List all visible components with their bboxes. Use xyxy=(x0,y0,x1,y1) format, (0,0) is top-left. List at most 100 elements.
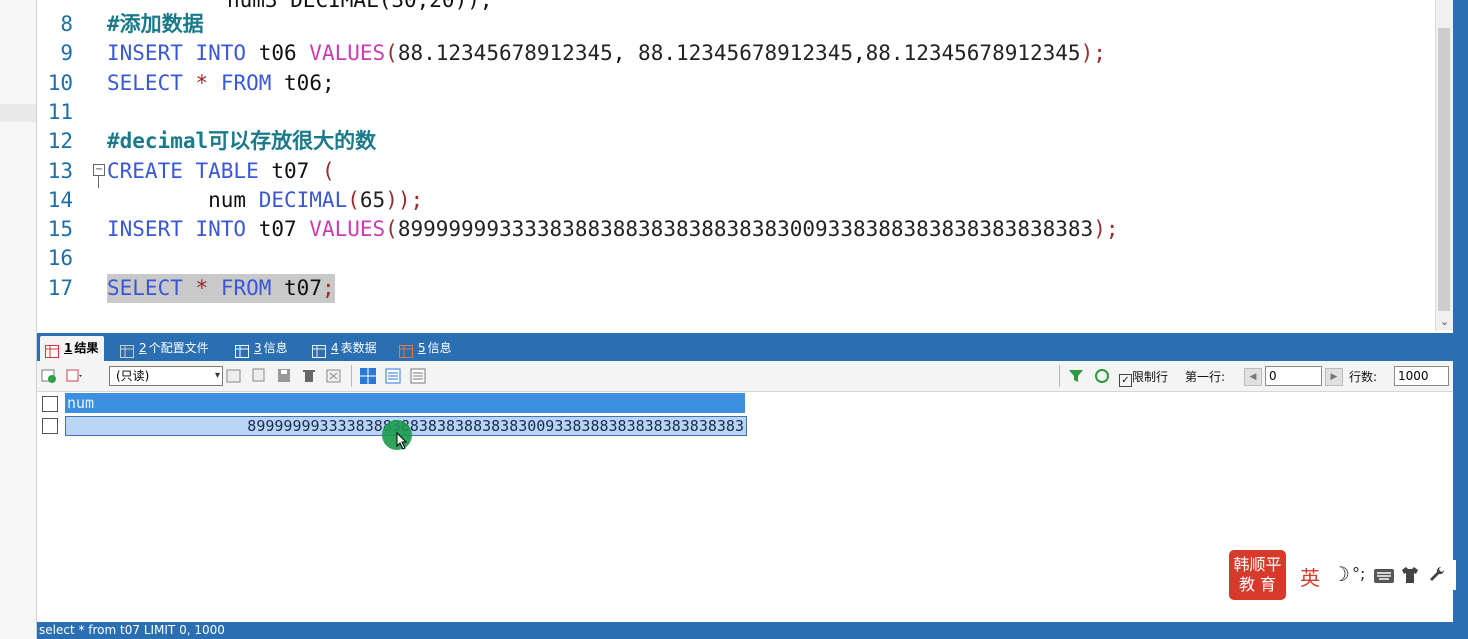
grid-view-dropdown-icon[interactable] xyxy=(65,367,83,385)
hanshunping-logo: 韩顺平教 育 xyxy=(1229,550,1286,600)
code-token: INSERT INTO xyxy=(107,41,259,66)
code-text: CREATE TABLE t07 ( xyxy=(107,157,335,186)
tab-4[interactable]: 4 表数据 xyxy=(307,336,383,361)
reset-filter-icon[interactable] xyxy=(1093,367,1111,385)
code-token: ); xyxy=(1080,41,1106,66)
code-token: ; xyxy=(321,275,335,300)
code-text: #decimal可以存放很大的数 xyxy=(107,127,376,156)
code-token: 88.12345678912345 xyxy=(397,41,613,66)
tab-3[interactable]: 3 信息 xyxy=(230,336,294,361)
code-token: t06 xyxy=(284,70,322,95)
form-mode-icon[interactable] xyxy=(384,367,402,385)
editor-line[interactable]: 15 INSERT INTO t07 VALUES(899999993333838… xyxy=(37,215,1427,244)
profile-icon xyxy=(120,342,134,358)
code-token: SELECT xyxy=(107,70,196,95)
limit-rows-checkbox[interactable]: ✓ 限制行 xyxy=(1119,368,1168,387)
moon-icon[interactable]: ☽ xyxy=(1332,562,1350,586)
left-panel-edge xyxy=(0,0,37,639)
code-token: ); xyxy=(1093,217,1119,242)
code-text: SELECT * FROM t06; xyxy=(107,69,335,98)
code-token: t06 xyxy=(258,41,310,66)
result-grid-icon xyxy=(45,342,59,358)
tab-label: 信息 xyxy=(427,341,452,355)
line-number: 15 xyxy=(47,217,73,242)
editor-line[interactable]: 12 #decimal可以存放很大的数 xyxy=(37,127,1427,156)
checkmark-icon: ✓ xyxy=(1119,374,1132,387)
code-token: #添加数据 xyxy=(107,12,204,36)
tab-5[interactable]: 5 信息 xyxy=(394,336,458,361)
punctuation-toggle[interactable]: °; xyxy=(1352,564,1365,583)
code-token: * xyxy=(195,70,221,95)
line-number: 16 xyxy=(47,246,73,271)
filter-icon[interactable] xyxy=(1067,367,1085,385)
tab-number: 3 xyxy=(254,341,262,355)
code-token: #decimal可以存放很大的数 xyxy=(107,129,377,154)
tab-label: 信息 xyxy=(263,341,288,355)
tab-label: 结果 xyxy=(74,341,99,355)
line-number: 9 xyxy=(60,41,73,66)
code-token: 8999999933338388388383838838383009338388… xyxy=(397,217,1094,242)
prev-page-icon[interactable]: ◀ xyxy=(1244,368,1262,386)
code-text: INSERT INTO t06 VALUES(88.12345678912345… xyxy=(107,39,1106,68)
editor-line[interactable]: 13 CREATE TABLE t07 (− xyxy=(37,157,1427,188)
insert-row-icon[interactable] xyxy=(225,367,243,385)
select-all-checkbox[interactable] xyxy=(42,396,58,412)
line-number: 17 xyxy=(47,275,73,300)
editor-line[interactable]: 10 SELECT * FROM t06; xyxy=(37,69,1427,98)
code-token: t07 xyxy=(271,158,322,183)
editor-line[interactable]: 9 INSERT INTO t06 VALUES(88.1234567891234… xyxy=(37,39,1427,68)
tab-2[interactable]: 2 个配置文件 xyxy=(115,336,215,361)
code-token: , xyxy=(852,41,866,66)
code-token: VALUES xyxy=(309,217,386,242)
editor-vertical-scrollbar[interactable]: ⌄ xyxy=(1435,0,1453,331)
wrench-icon[interactable] xyxy=(1428,565,1446,583)
editor-line[interactable]: 14 num DECIMAL(65)); xyxy=(37,186,1427,215)
code-token: FROM xyxy=(220,70,285,95)
code-text: INSERT INTO t07 VALUES(89999999333383883… xyxy=(107,215,1118,244)
code-token: DECIMAL xyxy=(258,187,348,212)
readonly-mode-label: (只读) xyxy=(116,369,150,383)
row-checkbox[interactable] xyxy=(42,418,58,434)
code-token: 88.12345678912345 xyxy=(638,41,853,66)
grid-mode-icon[interactable] xyxy=(359,367,377,385)
ime-toolbar: 韩顺平教 育 英 ☽ °; xyxy=(1226,548,1456,604)
tab-number: 5 xyxy=(418,341,426,355)
editor-line[interactable]: 8 #添加数据 xyxy=(37,10,1427,39)
column-header-num[interactable]: num xyxy=(65,393,745,413)
skin-shirt-icon[interactable] xyxy=(1400,566,1420,584)
code-token: * xyxy=(195,275,221,300)
rows-count-label: 行数: xyxy=(1349,370,1378,384)
first-row-input[interactable]: 0 xyxy=(1265,366,1322,386)
line-number: 13 xyxy=(47,158,73,183)
fold-toggle-icon[interactable]: − xyxy=(93,163,105,176)
tab-1[interactable]: 1 结果 xyxy=(40,336,105,361)
duplicate-row-icon[interactable] xyxy=(250,367,268,385)
keyboard-icon[interactable] xyxy=(1374,569,1394,583)
tab-label: 表数据 xyxy=(340,341,377,355)
toolbar-separator xyxy=(351,365,352,387)
next-page-icon[interactable]: ▶ xyxy=(1325,368,1343,386)
refresh-grid-icon[interactable] xyxy=(40,367,58,385)
ime-language-toggle[interactable]: 英 xyxy=(1300,562,1320,591)
query-editor[interactable]: num3 DECIMAL(30,20)); 8 #添加数据 9 INSERT INTO… xyxy=(37,0,1435,331)
editor-line[interactable]: 16 xyxy=(37,244,1427,273)
readonly-mode-select[interactable]: (只读) ▾ xyxy=(109,366,223,386)
info-icon xyxy=(235,342,249,358)
code-token: ( xyxy=(321,158,335,183)
line-number: 8 xyxy=(60,12,73,36)
result-tab-bar: 1 结果 2 个配置文件 3 信息 4 表数据 5 信息 xyxy=(37,333,1453,361)
code-token: , xyxy=(612,41,639,66)
editor-line[interactable]: 17 SELECT * FROM t07; xyxy=(37,273,1427,303)
text-mode-icon[interactable] xyxy=(409,367,427,385)
cancel-changes-icon[interactable] xyxy=(325,367,343,385)
editor-line[interactable]: 11 xyxy=(37,98,1427,127)
tab-number: 4 xyxy=(331,341,339,355)
scroll-down-icon[interactable]: ⌄ xyxy=(1436,314,1453,330)
delete-icon[interactable] xyxy=(300,367,318,385)
scrollbar-thumb[interactable] xyxy=(1438,28,1450,311)
tab-number: 1 xyxy=(64,341,73,355)
rows-count-input[interactable]: 1000 xyxy=(1394,366,1449,386)
line-number: 14 xyxy=(47,187,73,212)
code-token: num xyxy=(107,187,259,212)
save-icon[interactable] xyxy=(275,367,293,385)
